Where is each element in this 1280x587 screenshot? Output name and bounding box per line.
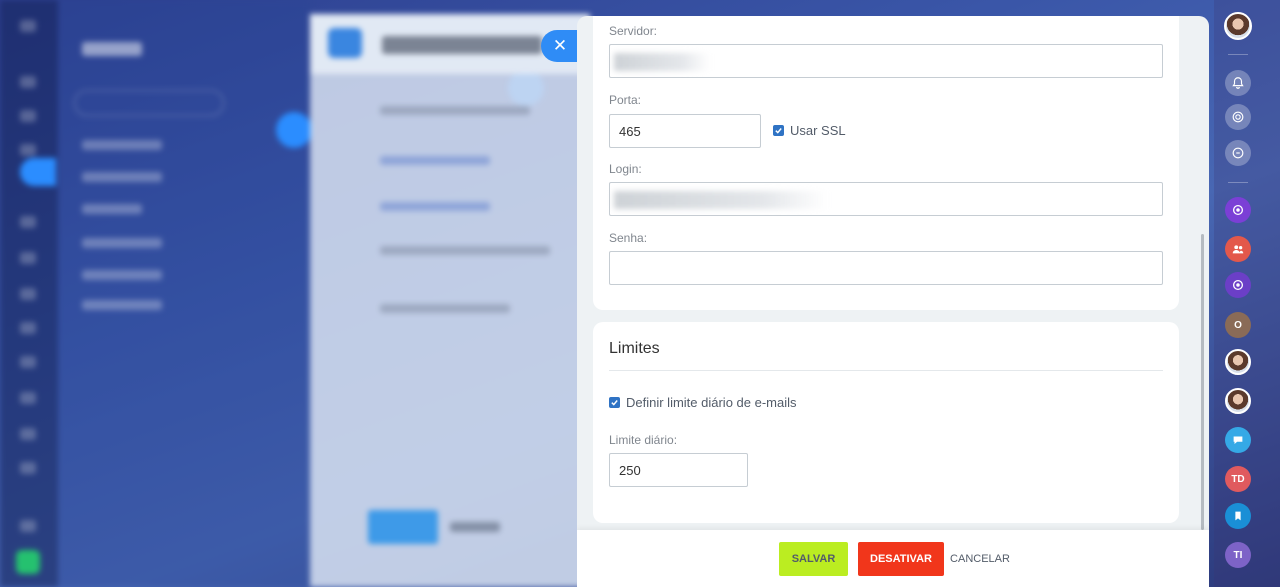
mailbox-settings-panel: Servidor: Porta: 465 Usar SSL Login: Sen…	[577, 16, 1209, 587]
background-compose	[310, 14, 590, 587]
assistant-icon[interactable]	[1225, 197, 1251, 223]
port-label: Porta:	[609, 93, 642, 107]
limits-title: Limites	[609, 340, 660, 357]
panel-footer: SALVAR DESATIVAR CANCELAR	[577, 530, 1209, 587]
close-icon: ✕	[552, 36, 568, 55]
bookmark-icon[interactable]	[1225, 503, 1251, 529]
panel-scrollbar[interactable]	[1201, 234, 1204, 530]
server-settings-card: Servidor: Porta: 465 Usar SSL Login: Sen…	[593, 16, 1179, 310]
ssl-label: Usar SSL	[790, 123, 846, 138]
copilot-icon[interactable]	[1225, 104, 1251, 130]
ai-chat-icon[interactable]	[1225, 272, 1251, 298]
login-input[interactable]	[609, 182, 1163, 216]
contact-td[interactable]: TD	[1225, 466, 1251, 492]
cancel-button[interactable]: CANCELAR	[947, 542, 1013, 576]
ssl-checkbox[interactable]	[773, 125, 784, 136]
background-mail-nav	[58, 0, 310, 587]
user-avatar[interactable]	[1224, 12, 1252, 40]
chat-bubble-icon[interactable]	[1225, 427, 1251, 453]
contact-ti[interactable]: TI	[1225, 542, 1251, 568]
limits-divider	[609, 370, 1163, 371]
close-slider-button[interactable]: ✕	[541, 30, 579, 62]
port-value: 465	[619, 123, 641, 139]
port-input[interactable]: 465	[609, 114, 761, 148]
daily-limit-checkbox-row[interactable]: Definir limite diário de e-mails	[609, 395, 797, 410]
bell-icon[interactable]	[1225, 70, 1251, 96]
deactivate-button[interactable]: DESATIVAR	[858, 542, 944, 576]
search-chat-icon[interactable]	[1225, 140, 1251, 166]
check-icon	[775, 128, 782, 134]
server-input[interactable]	[609, 44, 1163, 78]
limits-card: Limites Definir limite diário de e-mails…	[593, 322, 1179, 523]
redacted-login-value	[614, 191, 828, 209]
daily-limit-checkbox[interactable]	[609, 397, 620, 408]
password-input[interactable]	[609, 251, 1163, 285]
check-icon	[611, 400, 618, 406]
daily-limit-checkbox-label: Definir limite diário de e-mails	[626, 395, 797, 410]
daily-limit-value: 250	[619, 462, 641, 478]
server-label: Servidor:	[609, 24, 658, 38]
contact-avatar-2[interactable]	[1225, 388, 1251, 414]
right-sidebar: O TD TI	[1214, 0, 1280, 587]
password-label: Senha:	[609, 231, 648, 245]
group-chat-icon[interactable]	[1225, 236, 1251, 262]
contact-avatar-1[interactable]	[1225, 349, 1251, 375]
ssl-checkbox-row[interactable]: Usar SSL	[773, 123, 846, 138]
daily-limit-input[interactable]: 250	[609, 453, 748, 487]
login-label: Login:	[609, 162, 642, 176]
daily-limit-label: Limite diário:	[609, 433, 678, 447]
save-button[interactable]: SALVAR	[779, 542, 848, 576]
background-left-menu	[0, 0, 58, 587]
redacted-server-value	[614, 53, 710, 71]
contact-o[interactable]: O	[1225, 312, 1251, 338]
